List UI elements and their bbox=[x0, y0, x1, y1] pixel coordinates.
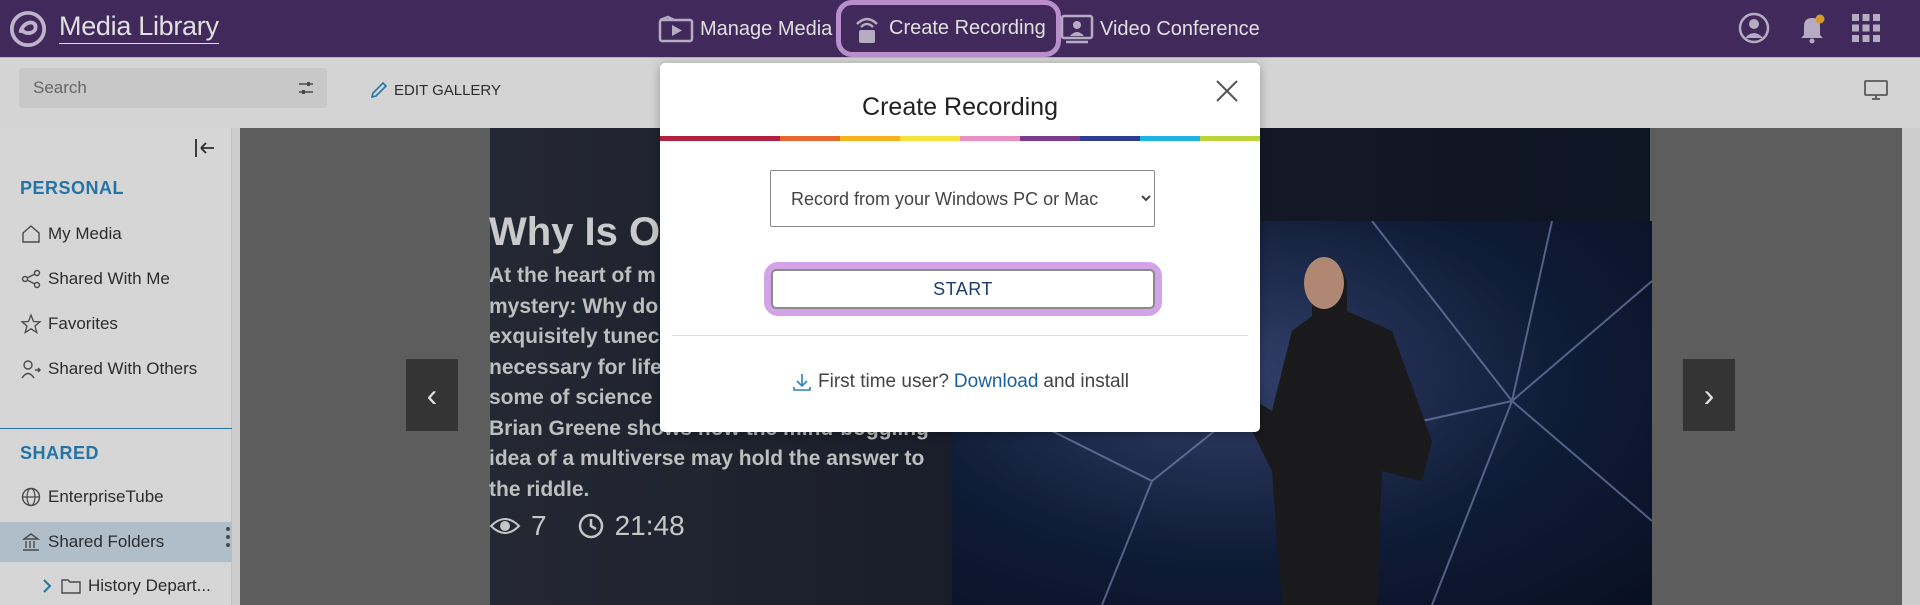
rainbow-divider bbox=[660, 136, 1260, 141]
rainbow-segment bbox=[900, 136, 960, 141]
rainbow-segment bbox=[1140, 136, 1200, 141]
first-time-user-note: First time user? Download and install bbox=[660, 371, 1260, 393]
start-button[interactable]: START bbox=[771, 269, 1155, 309]
rainbow-segment bbox=[840, 136, 900, 141]
first-time-text: First time user? bbox=[818, 371, 949, 392]
dialog-title: Create Recording bbox=[862, 93, 1058, 121]
recording-source-select[interactable]: Record from your Windows PC or Mac bbox=[770, 170, 1155, 227]
rainbow-segment bbox=[780, 136, 840, 141]
download-link[interactable]: Download bbox=[954, 371, 1039, 393]
rainbow-segment bbox=[1020, 136, 1080, 141]
rainbow-segment bbox=[1200, 136, 1260, 141]
dialog-divider bbox=[672, 335, 1248, 336]
install-text: and install bbox=[1043, 371, 1129, 392]
download-icon bbox=[793, 374, 811, 391]
close-icon[interactable] bbox=[1213, 77, 1241, 105]
start-button-highlight: START bbox=[764, 262, 1162, 316]
rainbow-segment bbox=[960, 136, 1020, 141]
rainbow-segment bbox=[660, 136, 720, 141]
rainbow-segment bbox=[1080, 136, 1140, 141]
rainbow-segment bbox=[720, 136, 780, 141]
create-recording-dialog: Create Recording Record from your Window… bbox=[660, 63, 1260, 432]
